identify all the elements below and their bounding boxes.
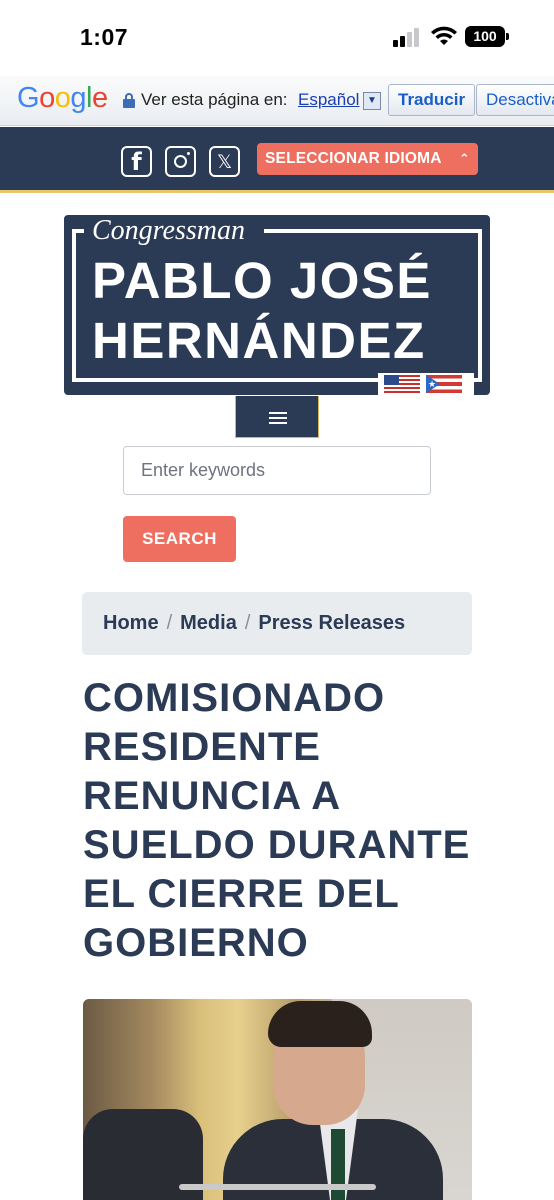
chevron-down-icon[interactable]: ▼ — [363, 92, 381, 110]
translate-prompt: Ver esta página en: — [141, 90, 288, 109]
language-select[interactable]: SELECCIONAR IDIOMA ⌃ — [257, 143, 478, 175]
breadcrumb-media[interactable]: Media — [180, 612, 237, 634]
breadcrumb-separator: / — [166, 612, 173, 634]
hamburger-icon — [269, 412, 287, 424]
site-logo[interactable]: Congressman PABLO JOSÉ HERNÁNDEZ ★ — [64, 215, 490, 395]
article-title: COMISIONADO RESIDENTE RENUNCIA A SUELDO … — [83, 676, 471, 965]
google-translate-bar: Google Ver esta página en: Español ▼ Tra… — [0, 76, 554, 126]
us-flag-icon — [384, 375, 420, 393]
breadcrumb: Home / Media / Press Releases — [82, 592, 472, 655]
cellular-signal-icon — [393, 27, 423, 47]
language-select-label: SELECCIONAR IDIOMA — [265, 150, 442, 167]
status-bar: 1:07 100 — [0, 0, 554, 76]
status-time: 1:07 — [80, 24, 129, 50]
instagram-icon[interactable] — [165, 146, 196, 177]
lock-icon — [123, 93, 135, 108]
translate-language-link[interactable]: Español — [298, 90, 359, 110]
logo-name-line2: HERNÁNDEZ — [92, 312, 426, 369]
google-logo: Google — [17, 82, 108, 114]
deactivate-button[interactable]: Desactiva — [476, 84, 554, 116]
puerto-rico-flag-icon: ★ — [426, 375, 462, 393]
home-indicator[interactable] — [179, 1184, 376, 1190]
breadcrumb-home[interactable]: Home — [103, 612, 159, 634]
menu-button[interactable] — [235, 396, 319, 438]
site-top-bar: f 𝕏 SELECCIONAR IDIOMA ⌃ — [0, 127, 554, 193]
breadcrumb-press-releases[interactable]: Press Releases — [258, 612, 405, 634]
facebook-icon[interactable]: f — [121, 146, 152, 177]
article-photo — [83, 999, 472, 1200]
breadcrumb-separator: / — [244, 612, 251, 634]
logo-title: Congressman — [92, 215, 245, 246]
x-icon[interactable]: 𝕏 — [209, 146, 240, 177]
chevron-updown-icon: ⌃ — [458, 151, 470, 166]
logo-name-line1: PABLO JOSÉ — [92, 252, 432, 309]
search-button[interactable]: SEARCH — [123, 516, 236, 562]
search-input[interactable] — [123, 446, 431, 495]
wifi-icon — [431, 26, 457, 45]
battery-icon: 100 — [465, 26, 509, 47]
translate-button[interactable]: Traducir — [388, 84, 476, 116]
